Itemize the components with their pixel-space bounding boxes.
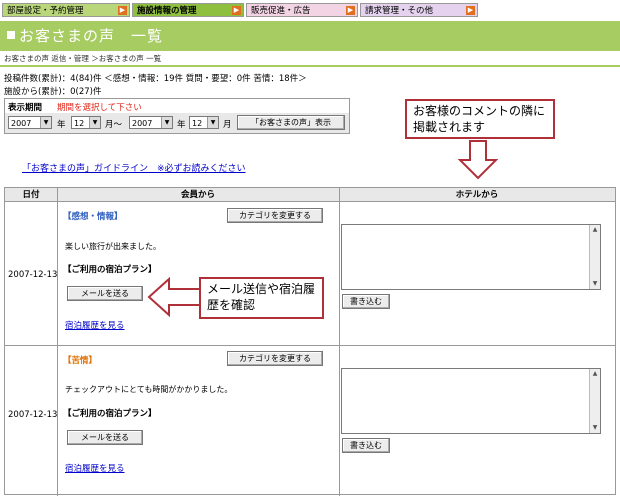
scrollbar[interactable]: ▲ ▼: [589, 369, 600, 433]
period-controls: 2007 ▼ 年 12 ▼ 月～ 2007 ▼ 年 12 ▼ 月 「お客さまの声…: [5, 113, 349, 133]
tab-room-reservation[interactable]: 部屋設定・予約管理 ▶: [2, 3, 130, 17]
category-label: 【感想・情報】: [63, 210, 123, 222]
tab-label: 施設情報の管理: [137, 6, 197, 16]
from-year-select[interactable]: 2007 ▼: [8, 116, 52, 129]
period-selector: 表示期間 期間を選択して下さい 2007 ▼ 年 12 ▼ 月～ 2007 ▼ …: [4, 98, 350, 134]
period-label: 表示期間: [8, 103, 43, 113]
facility-post-stats: 施設から(累計)：0(27)件: [4, 87, 102, 97]
show-voices-button[interactable]: 「お客さまの声」表示: [237, 115, 345, 130]
month-range-unit: 月～: [105, 120, 123, 130]
change-category-button[interactable]: カテゴリを変更する: [227, 351, 323, 366]
down-arrow-icon: [458, 140, 498, 180]
category-name: 感想・情報: [71, 212, 115, 222]
period-header: 表示期間 期間を選択して下さい: [5, 99, 349, 113]
member-comment: 楽しい旅行が出来ました。: [65, 242, 161, 251]
member-comment: チェックアウトにとても時間がかかりました。: [65, 385, 233, 394]
from-month-select[interactable]: 12 ▼: [71, 116, 101, 129]
column-divider: [57, 188, 58, 496]
stay-history-link[interactable]: 宿泊履歴を見る: [65, 462, 125, 474]
column-divider: [339, 188, 340, 496]
header-member: 会員から: [57, 188, 339, 202]
square-bullet-icon: [7, 31, 15, 39]
tab-label: 販売促進・広告: [251, 6, 311, 16]
chevron-down-icon: ▼: [89, 117, 100, 128]
chevron-down-icon: ▼: [161, 117, 172, 128]
to-year-select[interactable]: 2007 ▼: [129, 116, 173, 129]
scroll-down-icon[interactable]: ▼: [590, 279, 600, 289]
plan-label: 【ご利用の宿泊プラン】: [63, 265, 157, 275]
scrollbar[interactable]: ▲ ▼: [589, 225, 600, 289]
category-name: 苦情: [71, 356, 89, 366]
month-unit: 月: [223, 120, 232, 130]
plan-label: 【ご利用の宿泊プラン】: [63, 409, 157, 419]
write-button[interactable]: 書き込む: [342, 438, 390, 453]
page-header: お客さまの声 一覧: [0, 21, 620, 51]
top-nav: 部屋設定・予約管理 ▶ 施設情報の管理 ▶ 販売促進・広告 ▶ 請求管理・その他…: [0, 0, 620, 20]
category-bracket: 】: [114, 212, 123, 222]
category-bracket: 【: [63, 356, 72, 366]
to-month-select[interactable]: 12 ▼: [189, 116, 219, 129]
category-bracket: 】: [88, 356, 98, 366]
chevron-down-icon: ▼: [40, 117, 51, 128]
row-date: 2007-12-13: [8, 410, 58, 420]
post-count-stats: 投稿件数(累計)：4(84)件 ＜感想・情報：19件 質問・要望：0件 苦情：1…: [4, 74, 307, 84]
row-divider: [5, 345, 615, 346]
write-button[interactable]: 書き込む: [342, 294, 390, 309]
select-value: 12: [74, 119, 85, 128]
chevron-down-icon: ▼: [207, 117, 218, 128]
divider: [0, 65, 620, 67]
scroll-up-icon[interactable]: ▲: [590, 369, 600, 379]
arrow-right-icon: ▶: [232, 6, 241, 15]
period-note: 期間を選択して下さい: [57, 103, 142, 113]
send-mail-button[interactable]: メールを送る: [67, 286, 143, 301]
select-value: 12: [192, 119, 203, 128]
tab-sales-promotion[interactable]: 販売促進・広告 ▶: [246, 3, 358, 17]
arrow-right-icon: ▶: [466, 6, 475, 15]
header-hotel: ホテルから: [339, 188, 615, 202]
arrow-right-icon: ▶: [118, 6, 127, 15]
send-mail-button[interactable]: メールを送る: [67, 430, 143, 445]
row-date: 2007-12-13: [8, 270, 58, 280]
category-label: 【苦情】: [63, 354, 97, 366]
guideline-link[interactable]: 「お客さまの声」ガイドライン ※必ずお読みください: [22, 161, 246, 174]
change-category-button[interactable]: カテゴリを変更する: [227, 208, 323, 223]
hotel-reply-textarea[interactable]: ▲ ▼: [341, 224, 601, 290]
tab-label: 請求管理・その他: [365, 6, 434, 16]
scroll-down-icon[interactable]: ▼: [590, 423, 600, 433]
year-unit: 年: [57, 120, 66, 130]
select-value: 2007: [132, 119, 153, 128]
page-title: お客さまの声 一覧: [19, 27, 164, 45]
tab-billing-other[interactable]: 請求管理・その他 ▶: [360, 3, 478, 17]
header-date: 日付: [5, 188, 57, 202]
arrow-right-icon: ▶: [346, 6, 355, 15]
year-unit: 年: [177, 120, 186, 130]
left-arrow-icon: [147, 277, 201, 317]
tab-facility-info[interactable]: 施設情報の管理 ▶: [132, 3, 244, 17]
callout-comment-placement: お客様のコメントの隣に掲載されます: [405, 99, 555, 139]
stay-history-link[interactable]: 宿泊履歴を見る: [65, 319, 125, 331]
breadcrumb: お客さまの声 返信・管理 ＞お客さまの声 一覧: [4, 54, 162, 63]
select-value: 2007: [11, 119, 32, 128]
tab-label: 部屋設定・予約管理: [7, 6, 84, 16]
voices-table: 日付 会員から ホテルから 2007-12-13 【感想・情報】 カテゴリを変更…: [4, 187, 616, 496]
callout-mail-history: メール送信や宿泊履歴を確認: [199, 277, 324, 319]
scroll-up-icon[interactable]: ▲: [590, 225, 600, 235]
category-bracket: 【: [63, 212, 72, 222]
hotel-reply-textarea[interactable]: ▲ ▼: [341, 368, 601, 434]
